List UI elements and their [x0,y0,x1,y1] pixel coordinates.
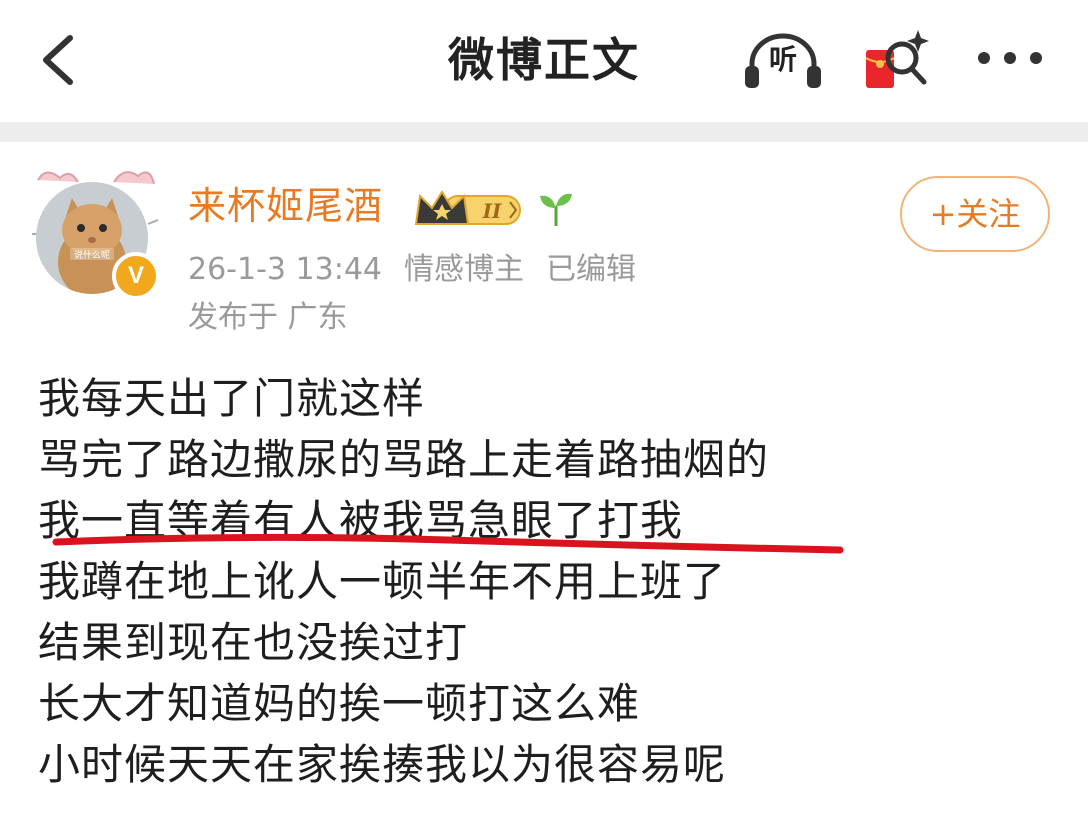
post-line: 我每天出了门就这样 [38,374,426,423]
more-dots-icon [978,52,1042,64]
verified-badge: V [112,252,160,300]
top-bar: 微博正文 听 [0,0,1088,122]
post-line: 长大才知道妈的挨一顿打这么难 [38,679,641,728]
listen-label: 听 [768,43,797,76]
sprout-icon [536,188,576,228]
author-avatar[interactable]: 说什么呢 V [30,164,160,304]
follow-button[interactable]: +关注 [900,176,1050,252]
listen-button[interactable]: 听 [742,28,824,92]
post-time: 26-1-3 13:44 [188,252,382,287]
section-divider [0,122,1088,142]
vip-level: II [482,199,502,223]
author-tag: 情感博主 [404,252,524,287]
author-name[interactable]: 来杯姬尾酒 [188,180,383,232]
post-meta: 26-1-3 13:44 情感博主 已编辑 [188,248,658,292]
avatar-caption: 说什么呢 [74,249,110,261]
post-line: 骂完了路边撒尿的骂路上走着路抽烟的 [38,435,770,484]
post-location: 发布于 广东 [188,300,348,335]
post-body: 我每天出了门就这样 骂完了路边撒尿的骂路上走着路抽烟的 我一直等着有人被我骂急眼… [38,368,1058,795]
more-options-button[interactable] [972,38,1048,78]
post-line: 结果到现在也没挨过打 [38,618,469,667]
red-underline-annotation [52,533,844,554]
edited-label[interactable]: 已编辑 [546,252,636,287]
crown-icon: II [414,190,521,225]
post-line: 小时候天天在家挨揍我以为很容易呢 [38,740,727,789]
vip-badge[interactable]: II [414,188,526,230]
red-packet-icon [865,30,929,88]
red-packet-search-button[interactable] [860,24,934,94]
